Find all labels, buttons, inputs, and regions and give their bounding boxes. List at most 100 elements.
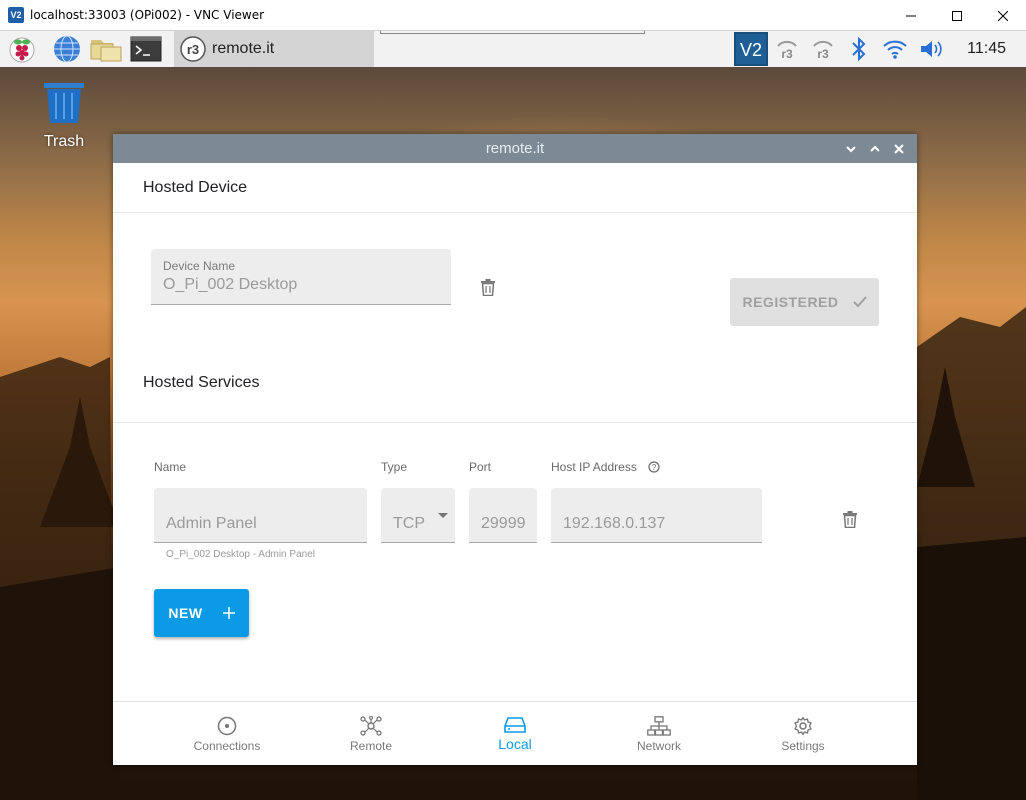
vnc-logo-icon: V2 (8, 7, 24, 23)
nav-settings[interactable]: Settings (743, 702, 863, 766)
tray-remoteit-alt-button[interactable]: r3 (805, 31, 841, 67)
nav-settings-label: Settings (781, 738, 825, 753)
col-port-label: Port (469, 460, 492, 474)
device-name-label: Device Name (163, 259, 236, 273)
nav-network[interactable]: Network (599, 702, 719, 766)
terminal-launcher[interactable] (130, 33, 162, 65)
maximize-icon (952, 10, 962, 21)
tray-remoteit-button[interactable]: r3 (769, 31, 805, 67)
dropdown-arrow-icon (438, 513, 448, 518)
device-name-field[interactable]: Device Name O_Pi_002 Desktop (151, 249, 451, 305)
nav-connections[interactable]: Connections (167, 702, 287, 766)
plus-icon (222, 607, 235, 619)
remoteit-minimize-button[interactable] (843, 141, 859, 157)
close-window-button[interactable] (980, 0, 1026, 31)
new-service-button[interactable]: NEW (154, 589, 249, 637)
vnc-tray-icon: V2 (734, 32, 769, 66)
bluetooth-icon (852, 36, 866, 62)
service-name-value: Admin Panel (166, 515, 257, 532)
terminal-icon (130, 36, 162, 62)
taskbar-app-label: remote.it (212, 40, 275, 57)
settings-icon (794, 716, 812, 735)
vnc-titlebar: V2 localhost:33003 (OPi002) - VNC Viewer (0, 0, 1026, 31)
col-name-label: Name (154, 460, 187, 474)
nav-remote-label: Remote (349, 738, 393, 753)
volume-icon (921, 41, 942, 57)
hosted-services-heading: Hosted Services (113, 343, 917, 423)
check-icon (852, 296, 867, 308)
remote-icon (360, 715, 382, 736)
globe-icon (54, 35, 80, 63)
remoteit-window-title: remote.it (485, 140, 545, 157)
device-name-value: O_Pi_002 Desktop (163, 276, 298, 293)
svg-text:r3: r3 (187, 42, 199, 57)
raspberry-icon (9, 37, 35, 63)
chevron-up-icon (870, 145, 880, 152)
service-host-ip-value: 192.168.0.137 (563, 515, 666, 532)
remoteit-window: remote.it Hosted Device Device Name O_Pi… (113, 134, 917, 765)
service-type-select[interactable]: TCP (381, 488, 455, 543)
folder-icon (90, 40, 122, 62)
trash-icon (44, 83, 84, 123)
service-name-field[interactable]: Admin Panel (154, 488, 367, 543)
svg-text:?: ? (652, 463, 657, 472)
remoteit-content: Hosted Device Device Name O_Pi_002 Deskt… (113, 163, 917, 701)
delete-service-button[interactable] (840, 508, 860, 530)
tray-volume-button[interactable] (913, 31, 949, 67)
registered-button[interactable]: REGISTERED (730, 278, 879, 326)
remoteit-icon: r3 (180, 36, 206, 62)
taskbar-clock[interactable]: 11:45 (967, 40, 1006, 58)
taskbar-remoteit-app[interactable]: r3 remote.it (174, 31, 374, 67)
taskbar: r3 remote.it V2 r3 r3 11:45 (0, 31, 1026, 67)
chevron-down-icon (846, 145, 856, 152)
service-host-ip-field[interactable]: 192.168.0.137 (551, 488, 762, 543)
service-type-value: TCP (393, 515, 425, 532)
raspberry-menu-button[interactable] (6, 33, 38, 65)
remoteit-tray-icon: r3 (777, 40, 797, 61)
remoteit-alt-tray-icon: r3 (813, 40, 833, 61)
taskbar-divider (380, 31, 645, 34)
system-tray: V2 r3 r3 11:45 (733, 31, 1026, 67)
svg-text:V2: V2 (740, 40, 762, 60)
file-manager-launcher[interactable] (90, 33, 122, 65)
nav-local[interactable]: Local (455, 702, 575, 766)
local-icon (504, 716, 526, 733)
hosted-device-heading: Hosted Device (113, 163, 917, 213)
tray-bluetooth-button[interactable] (841, 31, 877, 67)
nav-local-label: Local (498, 735, 532, 752)
col-type-label: Type (381, 460, 408, 474)
vnc-window-title: localhost:33003 (OPi002) - VNC Viewer (30, 8, 265, 22)
bottom-navigation: Connections Remote Local Network Setting… (113, 701, 917, 765)
browser-launcher[interactable] (51, 33, 83, 65)
help-icon[interactable]: ? (648, 461, 660, 473)
col-host-ip-label: Host IP Address (551, 460, 637, 474)
remoteit-window-controls (843, 134, 907, 163)
network-icon (647, 715, 671, 736)
desktop-trash[interactable]: Trash (36, 81, 92, 151)
svg-text:r3: r3 (817, 47, 829, 61)
service-helper-text: O_Pi_002 Desktop - Admin Panel (166, 549, 315, 560)
minimize-button[interactable] (888, 0, 934, 31)
new-button-label: NEW (168, 605, 203, 621)
delete-icon (843, 510, 857, 528)
maximize-button[interactable] (934, 0, 980, 31)
minimize-icon (906, 15, 916, 16)
remoteit-titlebar[interactable]: remote.it (113, 134, 917, 163)
connections-icon (217, 716, 237, 735)
svg-text:r3: r3 (781, 47, 793, 61)
window-controls (888, 0, 1026, 31)
delete-device-button[interactable] (478, 276, 498, 298)
delete-icon (481, 278, 495, 296)
wifi-icon (883, 40, 907, 59)
trash-label: Trash (43, 133, 85, 150)
tray-wifi-button[interactable] (877, 31, 913, 67)
tray-vnc-button[interactable]: V2 (733, 31, 769, 67)
nav-network-label: Network (636, 738, 681, 753)
remoteit-maximize-button[interactable] (867, 141, 883, 157)
close-icon (998, 10, 1008, 21)
remoteit-close-button[interactable] (891, 141, 907, 157)
service-port-field[interactable]: 29999 (469, 488, 537, 543)
close-icon (894, 143, 904, 154)
nav-remote[interactable]: Remote (311, 702, 431, 766)
registered-label: REGISTERED (742, 294, 839, 310)
